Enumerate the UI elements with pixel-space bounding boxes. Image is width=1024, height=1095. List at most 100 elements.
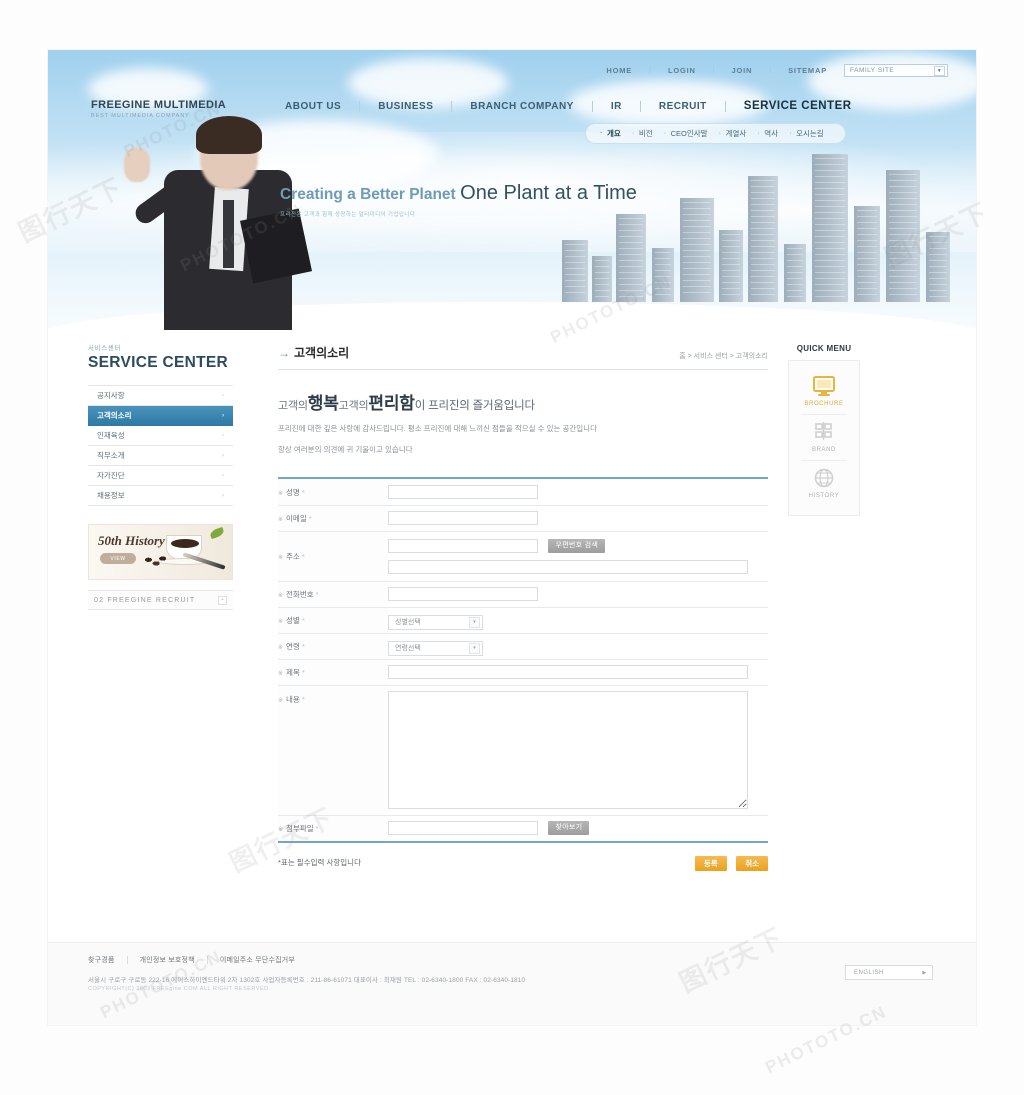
language-select[interactable]: ENGLISH ▶	[845, 965, 933, 980]
sub-nav-item-overview[interactable]: 개요	[598, 128, 630, 139]
logo-tagline: BEST MULTIMEDIA COMPANY	[91, 113, 190, 119]
footer-copyright: COPYRIGHT(C) 2003 FREEgine.COM ALL RIGHT…	[88, 986, 271, 992]
sub-nav-item-affiliate[interactable]: 계열사	[717, 128, 756, 139]
page-body: 서비스센터 SERVICE CENTER 공지사항 › 고객의소리 › 인재육성…	[48, 330, 976, 942]
footer-link-event[interactable]: 찾구경품	[88, 955, 115, 965]
form-row-gender: ※ 성별 * 성별선택 ▾	[278, 607, 768, 634]
sidebar-item-jobs[interactable]: 직무소개 ›	[88, 446, 233, 466]
name-input[interactable]	[388, 484, 538, 499]
attachment-input[interactable]	[388, 821, 538, 836]
address-row-1: 우편번호 검색	[388, 532, 768, 558]
chevron-right-icon: ›	[222, 472, 224, 479]
header-divider	[278, 369, 768, 370]
utility-link-join[interactable]: JOIN	[732, 66, 753, 75]
footer-link-email-reject[interactable]: 이메일주소 무단수집거부	[220, 955, 295, 965]
footer-separator	[126, 956, 128, 964]
label-text: 연령	[286, 641, 300, 651]
sidebar-item-self-check[interactable]: 자가진단 ›	[88, 466, 233, 486]
quick-menu-item-brochure[interactable]: BROCHURE	[789, 368, 859, 414]
sidebar-item-customer-voice[interactable]: 고객의소리 ›	[88, 406, 233, 426]
label-text: 성별	[286, 615, 300, 625]
sidebar-item-recruit-info[interactable]: 채용정보 ›	[88, 486, 233, 506]
chevron-down-icon[interactable]: ▾	[469, 616, 480, 628]
headline-bold-2: 편리함	[368, 394, 415, 413]
sidebar-item-notice[interactable]: 공지사항 ›	[88, 386, 233, 406]
nav-item-ir[interactable]: IR	[602, 101, 631, 112]
content-header: → 고객의소리 홈 > 서비스 센터 > 고객의소리	[278, 344, 768, 369]
required-mark: *	[301, 551, 305, 561]
sidebar-item-talent[interactable]: 인재육성 ›	[88, 426, 233, 446]
nav-item-service-center[interactable]: SERVICE CENTER	[735, 100, 861, 112]
site-logo[interactable]: FREEGINE MULTIMEDIA BEST MULTIMEDIA COMP…	[91, 99, 226, 119]
quick-menu-item-brand[interactable]: BRAND	[789, 414, 859, 460]
bullet-icon: ※	[278, 554, 284, 561]
history-banner[interactable]: 50th History VIEW	[88, 524, 233, 580]
form-label-phone: ※ 전화번호 *	[278, 581, 388, 608]
label-text: 성명	[286, 487, 300, 497]
hero-tagline-light: Creating a Better Planet	[280, 186, 456, 203]
nav-separator	[639, 100, 641, 112]
sub-nav-item-ceo[interactable]: CEO인사말	[662, 128, 717, 139]
zipcode-input[interactable]	[388, 538, 538, 553]
hero-tagline-sub: 프리진은 고객과 함께 성장하는 멀티미디어 기업입니다	[280, 212, 416, 218]
utility-link-home[interactable]: HOME	[606, 66, 632, 75]
sidebar-item-label: 채용정보	[97, 491, 125, 500]
nav-separator: |	[769, 67, 772, 74]
utility-link-login[interactable]: LOGIN	[668, 66, 696, 75]
content-textarea[interactable]	[388, 690, 748, 809]
breadcrumb: 홈 > 서비스 센터 > 고객의소리	[679, 353, 768, 360]
nav-item-branch-company[interactable]: BRANCH COMPANY	[461, 101, 582, 112]
coffee-beans-icon	[144, 555, 166, 567]
nav-item-about-us[interactable]: ABOUT US	[276, 101, 350, 112]
intro-headline: 고객의행복고객의편리함이 프리진의 즐거움입니다	[278, 389, 768, 414]
sub-nav-item-history[interactable]: 역사	[755, 128, 787, 139]
address-detail-input[interactable]	[388, 559, 748, 574]
required-mark: *	[315, 589, 319, 599]
footer-link-privacy[interactable]: 개인정보 보호정책	[140, 955, 195, 965]
quick-menu-title: QUICK MENU	[796, 344, 852, 353]
chevron-right-icon: ›	[222, 392, 224, 399]
bullet-icon: ※	[278, 644, 284, 651]
chevron-down-icon[interactable]: ▼	[934, 65, 945, 76]
bullet-icon: ※	[278, 670, 284, 677]
family-site-select[interactable]: FAMILY SITE ▼	[844, 64, 948, 77]
zipcode-search-button[interactable]: 우편번호 검색	[548, 538, 606, 553]
tie-shape	[223, 200, 234, 268]
quick-menu-item-history[interactable]: HISTORY	[789, 460, 859, 506]
bullet-icon: ※	[278, 618, 284, 625]
sub-nav-item-location[interactable]: 오시는길	[787, 128, 833, 139]
nav-separator: |	[649, 67, 651, 74]
form-row-email: ※ 이메일 *	[278, 505, 768, 532]
phone-input[interactable]	[388, 587, 538, 602]
history-banner-button[interactable]: VIEW	[100, 553, 136, 564]
quick-menu-label: BROCHURE	[804, 401, 844, 407]
quick-menu-label: HISTORY	[808, 493, 840, 499]
main-content: → 고객의소리 홈 > 서비스 센터 > 고객의소리 고객의행복고객의편리함이 프…	[278, 344, 768, 872]
utility-nav: HOME | LOGIN | JOIN | SITEMAP FAMILY SIT…	[606, 64, 948, 77]
form-row-attachment: ※ 첨부파일 * 찾아보기	[278, 815, 768, 842]
subject-input[interactable]	[388, 665, 748, 680]
submit-button[interactable]: 등록	[694, 856, 727, 872]
nav-separator	[359, 100, 361, 112]
cancel-button[interactable]: 취소	[736, 856, 768, 872]
hair-shape	[196, 116, 262, 154]
utility-link-sitemap[interactable]: SITEMAP	[788, 66, 827, 75]
browse-file-button[interactable]: 찾아보기	[548, 821, 590, 836]
nav-item-recruit[interactable]: RECRUIT	[650, 101, 716, 112]
form-footer: *표는 필수입력 사항입니다 등록 취소	[278, 853, 768, 872]
label-text: 제목	[286, 667, 300, 677]
businessman-photo	[124, 115, 338, 330]
chevron-down-icon[interactable]: ▾	[469, 642, 480, 654]
recruit-banner[interactable]: 02 FREEGINE RECRUIT +	[88, 590, 233, 610]
plus-icon[interactable]: +	[218, 595, 227, 605]
page-footer: 찾구경품 개인정보 보호정책 이메일주소 무단수집거부 서울시 구로구 구로동 …	[48, 942, 976, 1025]
hero-banner: HOME | LOGIN | JOIN | SITEMAP FAMILY SIT…	[48, 50, 976, 330]
nav-item-business[interactable]: BUSINESS	[369, 101, 442, 112]
form-row-phone: ※ 전화번호 *	[278, 581, 768, 608]
gender-select[interactable]: 성별선택 ▾	[388, 614, 483, 630]
chevron-right-icon[interactable]: ▶	[919, 967, 930, 978]
sub-nav-item-vision[interactable]: 비전	[630, 128, 662, 139]
age-select[interactable]: 연령선택 ▾	[388, 640, 483, 656]
form-actions: 등록 취소	[690, 853, 768, 872]
email-input[interactable]	[388, 511, 538, 526]
